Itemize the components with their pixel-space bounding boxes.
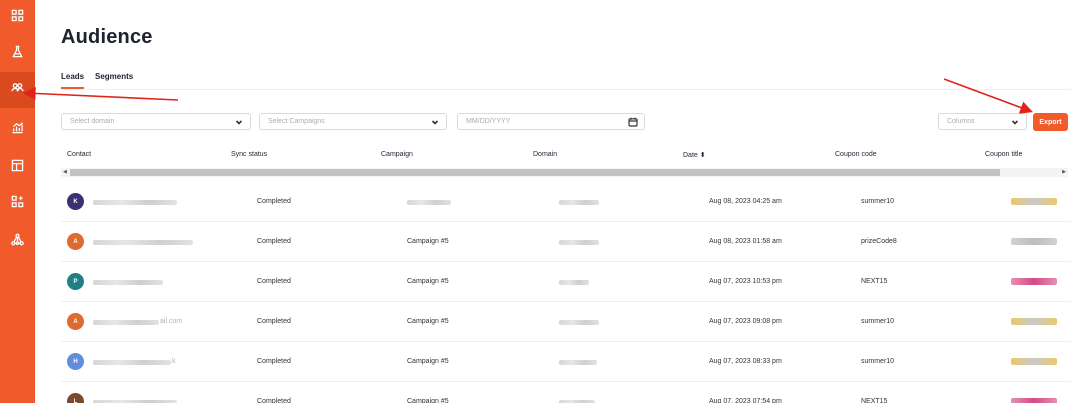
contact-text: ail.com: [160, 318, 183, 325]
date-cell: Aug 07, 2023 07:54 pm: [709, 398, 782, 403]
campaign-cell: Campaign #5: [407, 398, 449, 403]
column-header-domain[interactable]: Domain: [533, 151, 557, 158]
chart-icon: [11, 121, 24, 139]
sidebar-item-integrations[interactable]: [0, 186, 35, 222]
scroll-left-icon[interactable]: ◀: [63, 169, 67, 175]
table-row[interactable]: A Completed Campaign #5 Aug 08, 2023 01:58 …: [61, 222, 1071, 262]
domain-redacted: [559, 280, 589, 285]
chevron-down-icon: [1011, 118, 1019, 126]
avatar: P: [67, 273, 84, 290]
users-icon: [11, 81, 24, 99]
contact-redacted: [93, 360, 171, 365]
grid-icon: [11, 9, 24, 27]
sidebar-item-analytics[interactable]: [0, 112, 35, 148]
domain-redacted: [559, 240, 599, 245]
flask-icon: [11, 45, 24, 63]
column-header-date[interactable]: Date ⬍: [683, 151, 706, 159]
campaign-cell: Campaign #5: [407, 238, 449, 245]
chevron-down-icon: [431, 118, 439, 126]
select-campaigns-placeholder: Select Campaigns: [268, 118, 325, 125]
coupon-title-redacted: [1011, 318, 1057, 325]
coupon-code-cell: summer10: [861, 318, 895, 325]
column-header-sync-status[interactable]: Sync status: [231, 151, 267, 158]
main-content: Audience Leads Segments Select domain Se…: [35, 0, 1080, 403]
contact-redacted: [93, 280, 163, 285]
sidebar: [0, 0, 35, 403]
select-campaigns-dropdown[interactable]: Select Campaigns: [259, 113, 447, 130]
export-button[interactable]: Export: [1033, 113, 1068, 131]
columns-dropdown[interactable]: Columns: [938, 113, 1027, 130]
date-placeholder: MM/DD/YYYY: [466, 118, 511, 125]
horizontal-scrollbar[interactable]: ◀ ▶: [61, 168, 1068, 177]
select-domain-placeholder: Select domain: [70, 118, 115, 125]
domain-redacted: [559, 200, 599, 205]
avatar: K: [67, 193, 84, 210]
table-row[interactable]: L Completed Campaign #5 Aug 07, 2023 07:54 …: [61, 382, 1071, 403]
avatar: H: [67, 353, 84, 370]
avatar: L: [67, 393, 84, 403]
coupon-title-redacted: [1011, 238, 1057, 245]
network-icon: [11, 233, 24, 251]
coupon-title-redacted: [1011, 398, 1057, 403]
avatar: A: [67, 233, 84, 250]
coupon-title-redacted: [1011, 278, 1057, 285]
contact-redacted: [93, 200, 177, 205]
sidebar-item-audience[interactable]: [0, 72, 35, 108]
sidebar-item-dashboard[interactable]: [0, 0, 35, 36]
coupon-code-cell: prizeCode8: [861, 238, 897, 245]
sync-status-cell: Completed: [257, 318, 291, 325]
table-row[interactable]: K Completed Aug 08, 2023 04:25 am summer10: [61, 182, 1071, 222]
tab-leads[interactable]: Leads: [61, 72, 85, 89]
sync-status-cell: Completed: [257, 398, 291, 403]
scrollbar-thumb[interactable]: [70, 169, 1000, 176]
date-cell: Aug 08, 2023 01:58 am: [709, 238, 782, 245]
layout-icon: [11, 159, 24, 177]
date-cell: Aug 07, 2023 10:53 pm: [709, 278, 782, 285]
date-input[interactable]: MM/DD/YYYY: [457, 113, 645, 130]
columns-placeholder: Columns: [947, 118, 975, 125]
coupon-code-cell: NEXT15: [861, 278, 888, 285]
contact-text: k: [172, 358, 176, 365]
sidebar-item-experiments[interactable]: [0, 36, 35, 72]
contact-redacted: [93, 240, 193, 245]
sidebar-item-templates[interactable]: [0, 150, 35, 186]
campaign-cell: Campaign #5: [407, 358, 449, 365]
coupon-code-cell: summer10: [861, 198, 895, 205]
column-header-contact[interactable]: Contact: [67, 151, 91, 158]
contact-redacted: [93, 320, 159, 325]
column-header-coupon-title[interactable]: Coupon title: [985, 151, 1022, 158]
chevron-down-icon: [235, 118, 243, 126]
campaign-cell: Campaign #5: [407, 318, 449, 325]
date-cell: Aug 07, 2023 08:33 pm: [709, 358, 782, 365]
date-cell: Aug 08, 2023 04:25 am: [709, 198, 782, 205]
domain-redacted: [559, 360, 597, 365]
coupon-code-cell: NEXT15: [861, 398, 888, 403]
campaign-cell: Campaign #5: [407, 278, 449, 285]
table-row[interactable]: P Completed Campaign #5 Aug 07, 2023 10:53 …: [61, 262, 1071, 302]
table-row[interactable]: Hk Completed Campaign #5 Aug 07, 2023 08:33…: [61, 342, 1071, 382]
tab-bar: Leads Segments: [61, 70, 1071, 90]
coupon-title-redacted: [1011, 198, 1057, 205]
date-cell: Aug 07, 2023 09:08 pm: [709, 318, 782, 325]
widgets-icon: [11, 195, 24, 213]
scroll-right-icon[interactable]: ▶: [1062, 169, 1066, 175]
column-header-coupon-code[interactable]: Coupon code: [835, 151, 877, 158]
page-title: Audience: [61, 26, 153, 48]
column-header-campaign[interactable]: Campaign: [381, 151, 413, 158]
tab-segments[interactable]: Segments: [95, 72, 133, 81]
table-row[interactable]: Aail.com Completed Campaign #5 Aug 07, 2023…: [61, 302, 1071, 342]
domain-redacted: [559, 320, 599, 325]
sync-status-cell: Completed: [257, 198, 291, 205]
sync-status-cell: Completed: [257, 358, 291, 365]
sidebar-item-network[interactable]: [0, 224, 35, 260]
campaign-redacted: [407, 200, 451, 205]
coupon-title-redacted: [1011, 358, 1057, 365]
calendar-icon: [628, 117, 638, 127]
app-window: Audience Leads Segments Select domain Se…: [0, 0, 1080, 403]
avatar: A: [67, 313, 84, 330]
select-domain-dropdown[interactable]: Select domain: [61, 113, 251, 130]
coupon-code-cell: summer10: [861, 358, 895, 365]
sync-status-cell: Completed: [257, 238, 291, 245]
sync-status-cell: Completed: [257, 278, 291, 285]
